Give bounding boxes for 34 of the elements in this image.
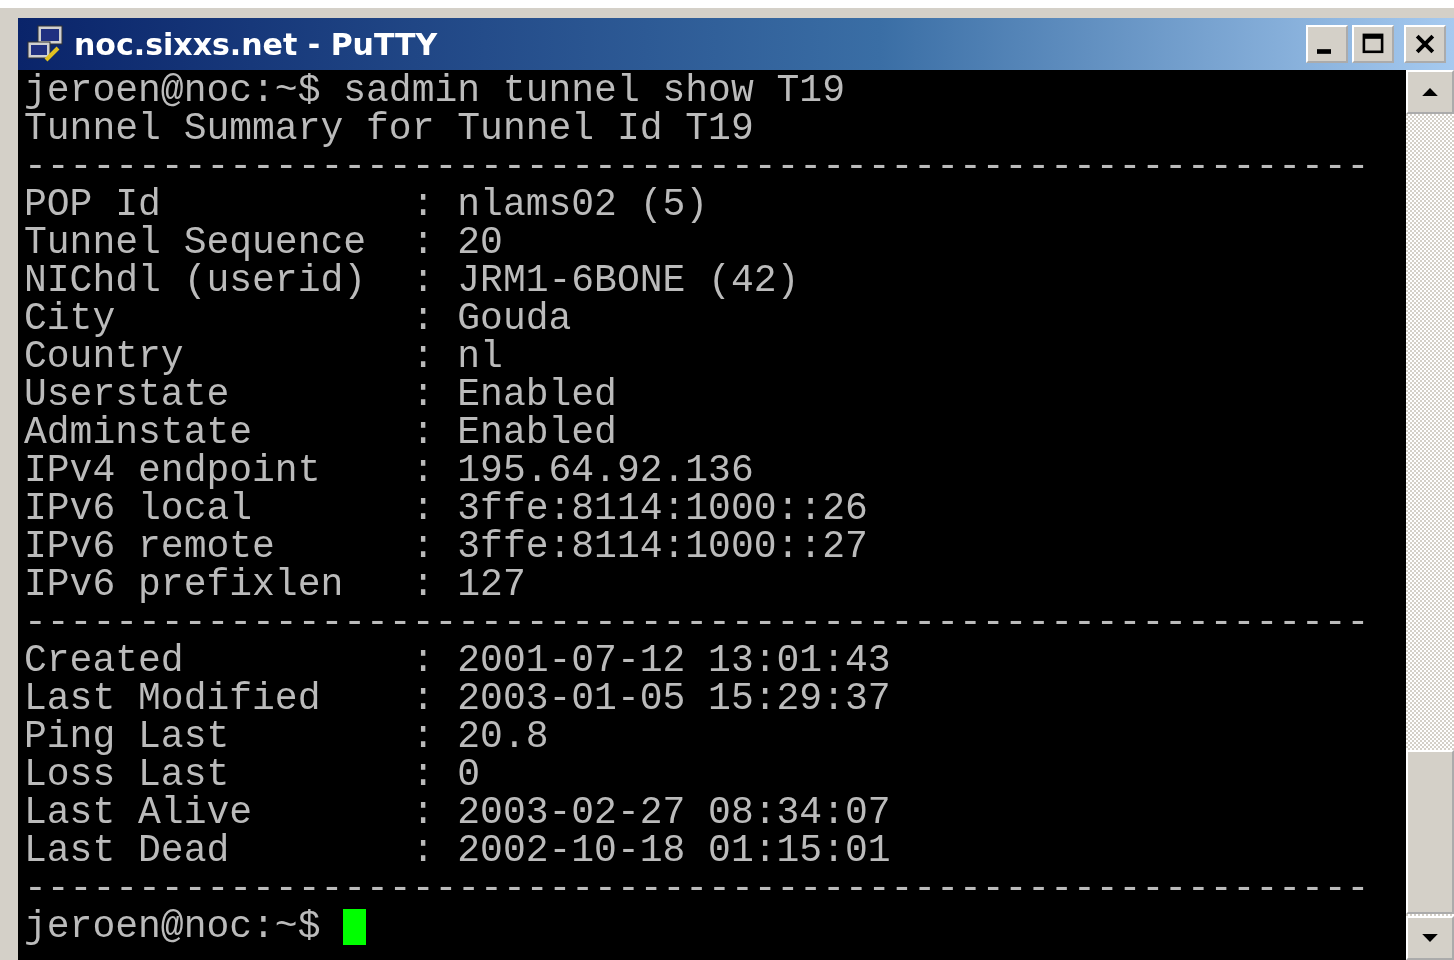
terminal-line: IPv6 prefixlen : 127 (24, 566, 526, 604)
terminal-line: Created : 2001-07-12 13:01:43 (24, 642, 891, 680)
terminal-line: Userstate : Enabled (24, 376, 617, 414)
terminal-line: Tunnel Summary for Tunnel Id T19 (24, 110, 754, 148)
terminal-line: jeroen@noc:~$ sadmin tunnel show T19 (24, 72, 845, 110)
computer-icon (26, 24, 66, 64)
terminal-line: Adminstate : Enabled (24, 414, 617, 452)
window-title: noc.sixxs.net - PuTTY (74, 26, 439, 62)
terminal-line: Last Alive : 2003-02-27 08:34:07 (24, 794, 891, 832)
terminal-line: Country : nl (24, 338, 503, 376)
terminal-line: Loss Last : 0 (24, 756, 481, 794)
terminal-line: NIChdl (userid) : JRM1-6BONE (42) (24, 262, 800, 300)
scroll-thumb[interactable] (1406, 750, 1454, 914)
terminal-line: Ping Last : 20.8 (24, 718, 549, 756)
scrollbar[interactable] (1406, 70, 1454, 960)
close-button[interactable] (1404, 25, 1446, 63)
text-cursor (343, 909, 367, 945)
scroll-down-button[interactable] (1406, 916, 1454, 960)
separator-line: ----------------------------------------------------------- (24, 148, 1370, 186)
terminal-line: Tunnel Sequence : 20 (24, 224, 503, 262)
minimize-icon (1317, 48, 1331, 54)
terminal-line: POP Id : nlams02 (5) (24, 186, 709, 224)
minimize-button[interactable] (1306, 25, 1348, 63)
separator-line: ----------------------------------------------------------- (24, 870, 1370, 908)
terminal-line: City : Gouda (24, 300, 572, 338)
terminal-line: Last Modified : 2003-01-05 15:29:37 (24, 680, 891, 718)
terminal-line: IPv6 remote : 3ffe:8114:1000::27 (24, 528, 868, 566)
maximize-button[interactable] (1352, 25, 1394, 63)
separator-line: ----------------------------------------------------------- (24, 604, 1370, 642)
terminal-line: IPv4 endpoint : 195.64.92.136 (24, 452, 754, 490)
terminal-line: Last Dead : 2002-10-18 01:15:01 (24, 832, 891, 870)
shell-prompt: jeroen@noc:~$ (24, 908, 322, 946)
terminal-line: IPv6 local : 3ffe:8114:1000::26 (24, 490, 868, 528)
scroll-up-button[interactable] (1406, 70, 1454, 114)
